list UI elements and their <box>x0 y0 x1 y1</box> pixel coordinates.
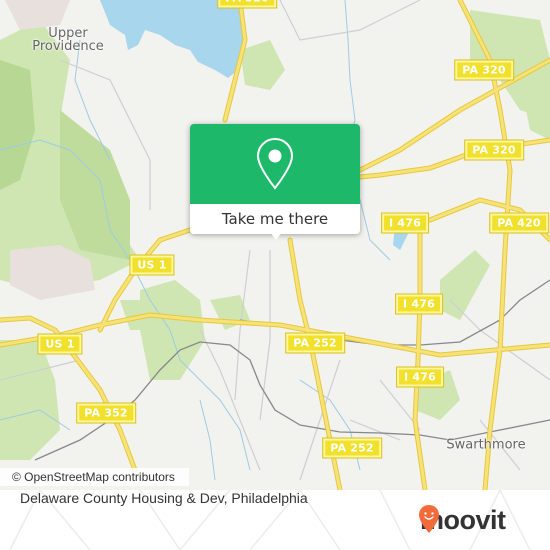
road-shield-pa-252: PA 252 <box>322 437 382 459</box>
road-shield-i-476: I 476 <box>381 212 429 234</box>
road-shield-us-1: US 1 <box>37 333 83 355</box>
moovit-logo[interactable]: moovit <box>418 504 506 536</box>
road-shield-pa-320: PA 320 <box>217 0 277 9</box>
attribution-text: © OpenStreetMap contributors <box>12 470 175 484</box>
popup-tail <box>270 232 282 240</box>
road-shield-pa-320: PA 320 <box>464 139 524 161</box>
map-view[interactable]: Upper Providence Swarthmore PA 320 PA 32… <box>0 0 550 490</box>
road-shield-pa-252: PA 252 <box>285 332 345 354</box>
place-label-text: Upper Providence <box>32 26 104 54</box>
take-me-there-button[interactable]: Take me there <box>190 204 360 234</box>
map-pin-icon <box>256 137 294 190</box>
moovit-pin-icon <box>419 505 439 533</box>
map-attribution[interactable]: © OpenStreetMap contributors <box>0 468 189 486</box>
road-shield-i-476: I 476 <box>395 293 443 315</box>
road-shield-pa-352: PA 352 <box>76 402 136 424</box>
road-shield-us-1: US 1 <box>129 254 175 276</box>
footer-bar: Delaware County Housing & Dev, Philadelp… <box>0 490 550 550</box>
place-label-text: Swarthmore <box>446 437 526 453</box>
road-shield-pa-320: PA 320 <box>454 59 514 81</box>
road-shield-i-476: I 476 <box>396 366 444 388</box>
road-shield-pa-420: PA 420 <box>489 212 549 234</box>
take-me-there-label: Take me there <box>221 210 329 228</box>
reservoir <box>100 0 245 78</box>
place-title: Delaware County Housing & Dev, Philadelp… <box>20 490 308 506</box>
location-popup: Take me there <box>190 124 360 240</box>
popup-header <box>190 124 360 204</box>
place-label-swarthmore: Swarthmore <box>446 439 525 452</box>
place-label-upper-providence: Upper Providence <box>32 27 104 53</box>
